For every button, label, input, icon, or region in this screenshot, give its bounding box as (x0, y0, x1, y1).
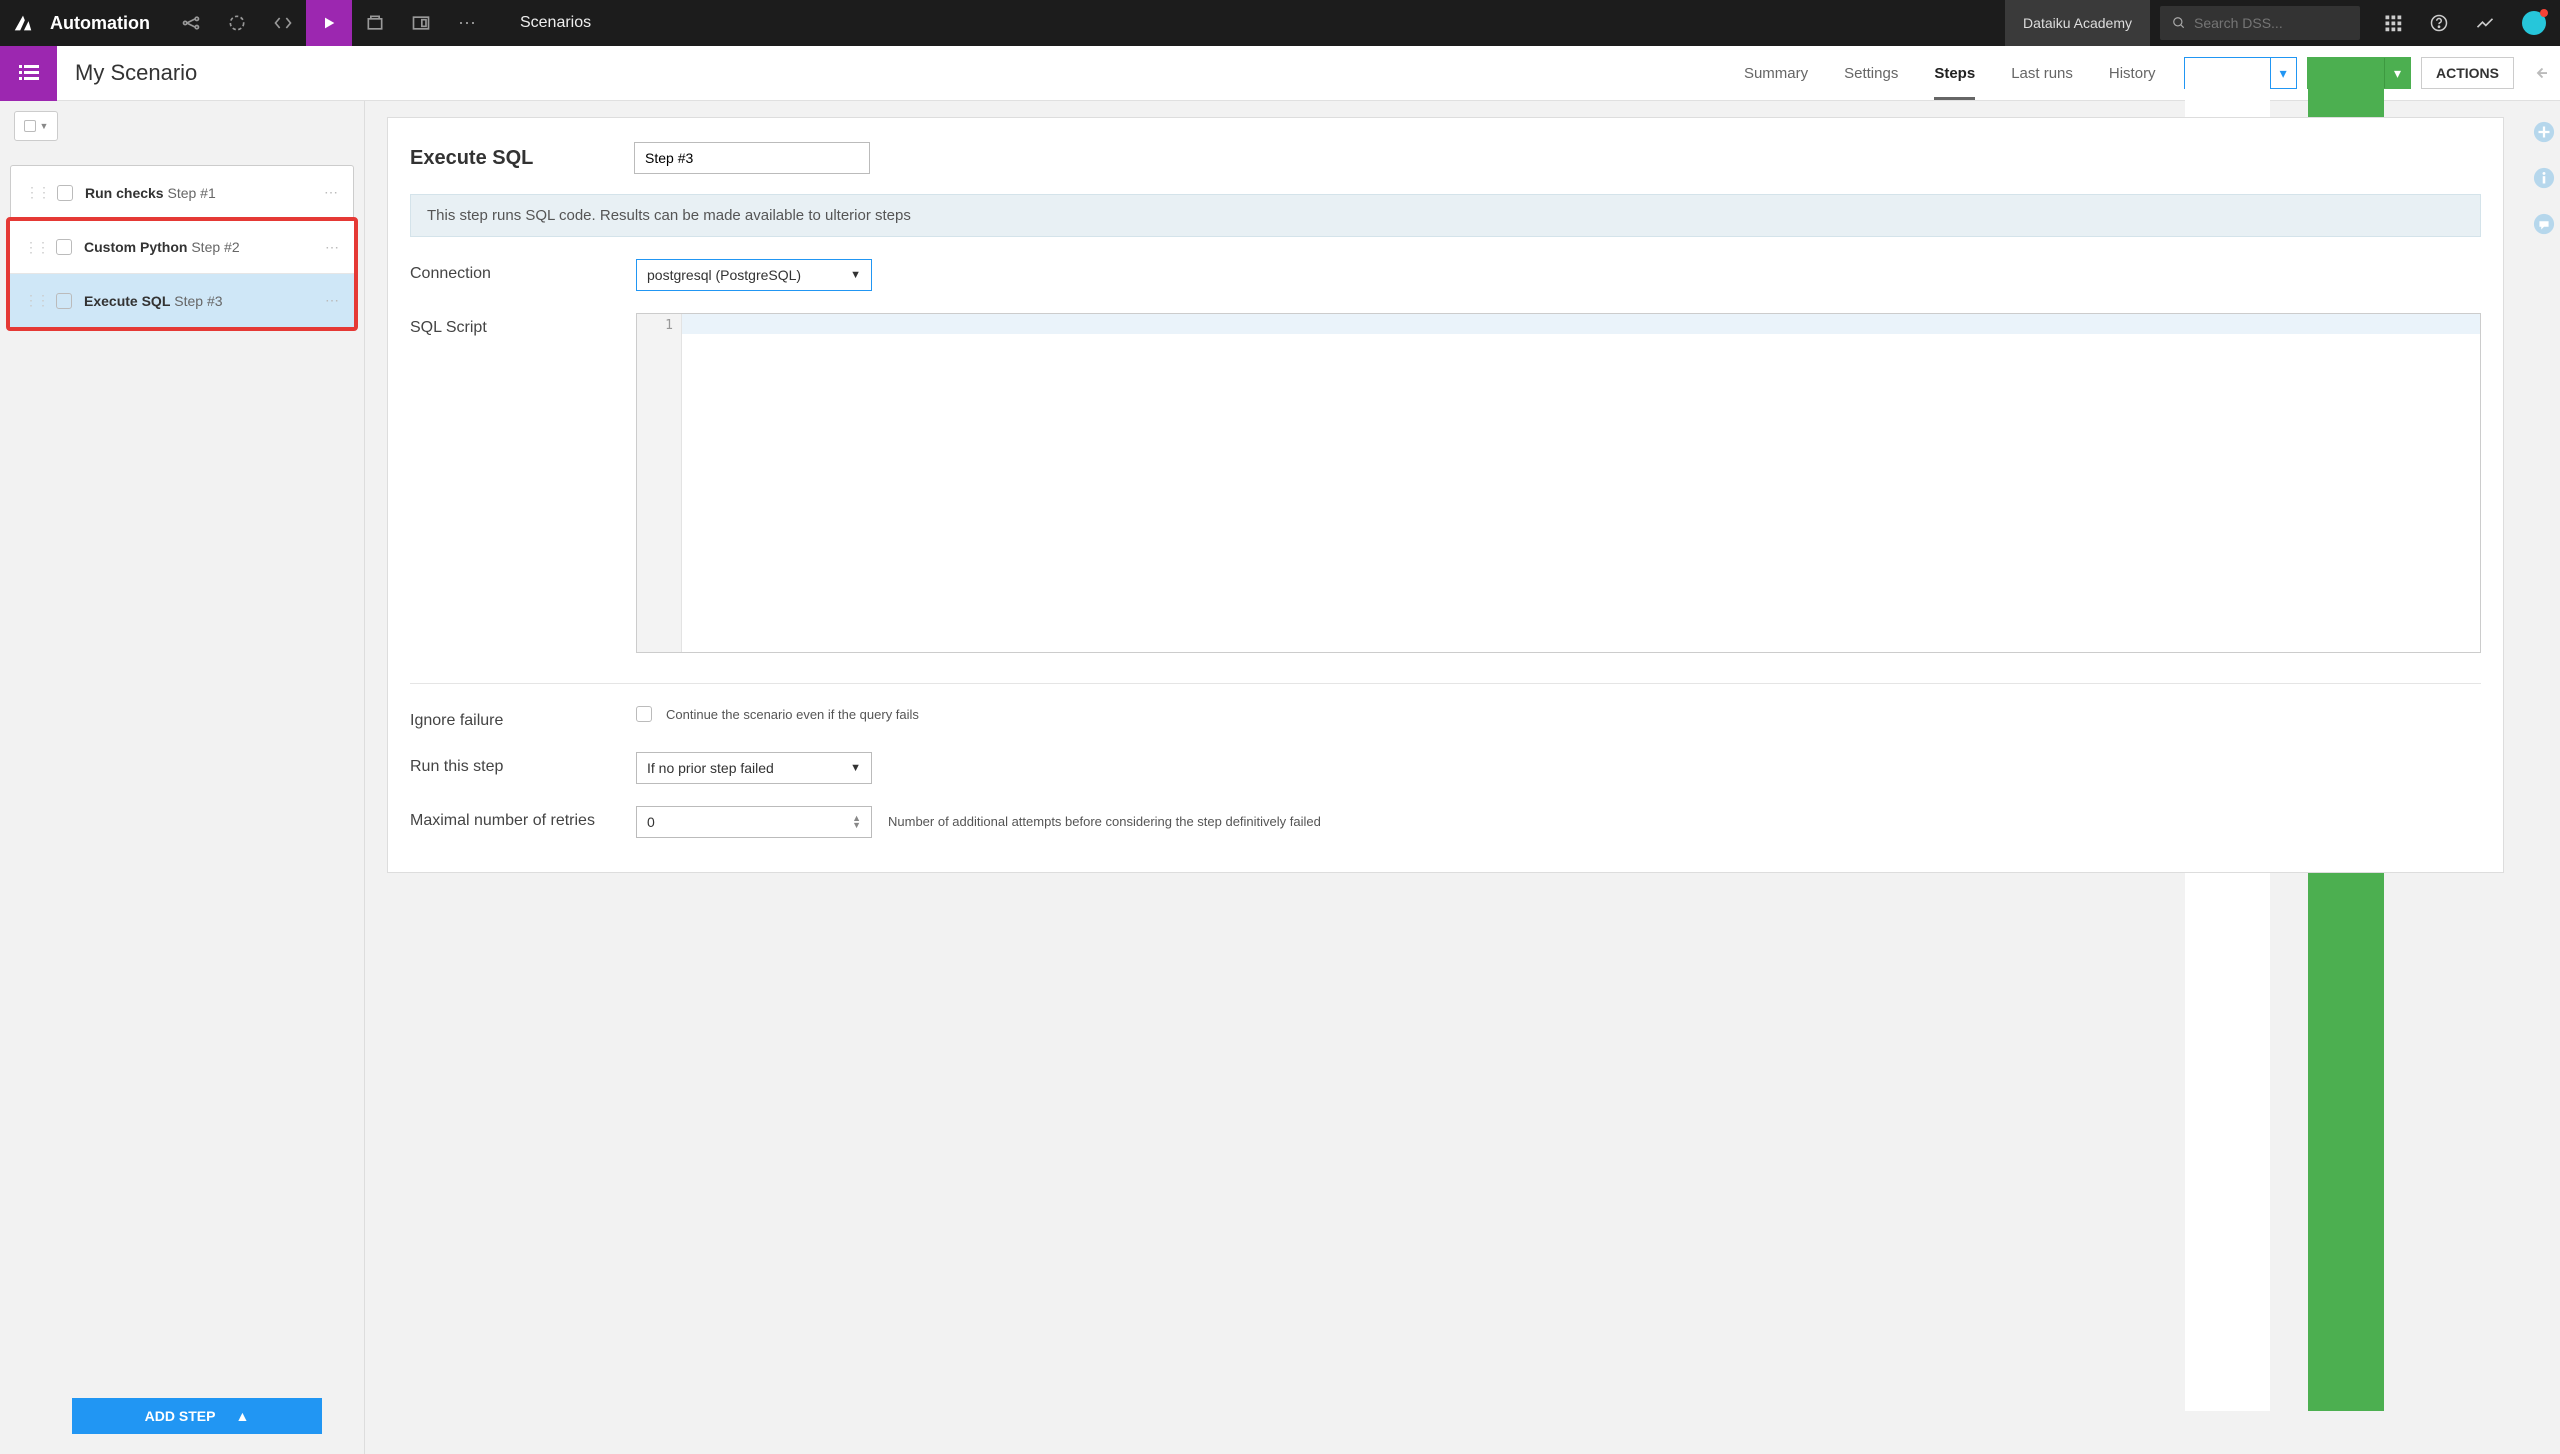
search-input[interactable] (2194, 15, 2348, 31)
run-this-step-select[interactable]: If no prior step failed ▼ (636, 752, 872, 784)
editor-gutter: 1 (637, 314, 682, 652)
apps-icon[interactable] (2370, 0, 2416, 46)
step-item-custom-python[interactable]: ⋮⋮ Custom Python Step #2 ⋯ (10, 221, 354, 274)
panel-icon[interactable] (398, 0, 444, 46)
scenario-list-icon[interactable] (0, 46, 57, 101)
select-all-checkbox[interactable]: ▼ (14, 111, 58, 141)
play-icon[interactable] (306, 0, 352, 46)
chevron-down-icon: ▼ (850, 269, 861, 281)
academy-label[interactable]: Dataiku Academy (2005, 0, 2150, 46)
scenario-tabs: Summary Settings Steps Last runs History (1726, 46, 2174, 100)
chevron-down-icon: ▼ (850, 762, 861, 774)
step-more-icon[interactable]: ⋯ (325, 239, 340, 256)
max-retries-hint: Number of additional attempts before con… (888, 806, 1321, 838)
step-item-run-checks[interactable]: ⋮⋮ Run checks Step #1 ⋯ (11, 166, 353, 219)
max-retries-input[interactable]: 0 ▲▼ (636, 806, 872, 838)
user-avatar[interactable] (2522, 11, 2546, 35)
more-icon[interactable]: ⋯ (444, 0, 490, 46)
tab-steps[interactable]: Steps (1916, 46, 1993, 100)
add-circle-icon[interactable] (2533, 121, 2553, 141)
connection-label: Connection (410, 259, 636, 283)
project-name[interactable]: Automation (46, 13, 168, 34)
run-button[interactable]: RUN ▾ (2307, 57, 2411, 89)
tab-history[interactable]: History (2091, 46, 2174, 100)
right-rail (2526, 101, 2560, 1454)
sql-editor[interactable]: 1 (636, 313, 2481, 653)
step-item-execute-sql[interactable]: ⋮⋮ Execute SQL Step #3 ⋯ (10, 274, 354, 327)
scenarios-crumb[interactable]: Scenarios (490, 0, 621, 46)
search-icon (2172, 15, 2186, 31)
ignore-failure-checkbox[interactable] (636, 706, 652, 722)
step-detail-pane: Execute SQL This step runs SQL code. Res… (365, 101, 2526, 1454)
top-nav: Automation ⋯ Scenarios Dataiku Academy (0, 0, 2560, 46)
ignore-failure-hint: Continue the scenario even if the query … (666, 707, 919, 722)
ignore-failure-label: Ignore failure (410, 706, 636, 730)
help-icon[interactable] (2416, 0, 2462, 46)
dataiku-logo[interactable] (0, 0, 46, 46)
add-step-button[interactable]: ADD STEP ▲ (72, 1398, 322, 1434)
steps-sidebar: ▼ ⋮⋮ Run checks Step #1 ⋯ ⋮⋮ Custom Pyth… (0, 101, 365, 1454)
recipe-icon[interactable] (214, 0, 260, 46)
step-checkbox[interactable] (56, 239, 72, 255)
tab-last-runs[interactable]: Last runs (1993, 46, 2091, 100)
comment-circle-icon[interactable] (2533, 213, 2553, 233)
step-type-heading: Execute SQL (410, 147, 533, 170)
step-list: ⋮⋮ Run checks Step #1 ⋯ (10, 165, 354, 219)
sql-script-label: SQL Script (410, 313, 636, 337)
save-caret[interactable]: ▾ (2270, 58, 2296, 88)
preset-icon[interactable] (352, 0, 398, 46)
drag-handle-icon[interactable]: ⋮⋮ (25, 184, 49, 201)
run-this-step-label: Run this step (410, 752, 636, 776)
global-search[interactable] (2160, 6, 2360, 40)
max-retries-label: Maximal number of retries (410, 806, 636, 830)
step-name-input[interactable] (634, 142, 870, 174)
run-caret[interactable]: ▾ (2384, 58, 2410, 88)
number-spinner[interactable]: ▲▼ (852, 815, 861, 829)
step-checkbox[interactable] (57, 185, 73, 201)
connection-select[interactable]: postgresql (PostgreSQL) ▼ (636, 259, 872, 291)
scenario-header: My Scenario Summary Settings Steps Last … (0, 46, 2560, 101)
actions-button[interactable]: ACTIONS (2421, 57, 2514, 89)
code-icon[interactable] (260, 0, 306, 46)
tab-summary[interactable]: Summary (1726, 46, 1826, 100)
drag-handle-icon[interactable]: ⋮⋮ (24, 239, 48, 256)
step-info-banner: This step runs SQL code. Results can be … (410, 194, 2481, 237)
step-more-icon[interactable]: ⋯ (324, 184, 339, 201)
info-circle-icon[interactable] (2533, 167, 2553, 187)
tab-settings[interactable]: Settings (1826, 46, 1916, 100)
step-checkbox[interactable] (56, 293, 72, 309)
drag-handle-icon[interactable]: ⋮⋮ (24, 292, 48, 309)
step-more-icon[interactable]: ⋯ (325, 292, 340, 309)
activity-icon[interactable] (2462, 0, 2508, 46)
scenario-title: My Scenario (57, 60, 197, 86)
chevron-up-icon: ▲ (235, 1408, 249, 1424)
highlight-annotation: ⋮⋮ Custom Python Step #2 ⋯ ⋮⋮ Execute SQ… (6, 217, 358, 331)
save-button[interactable]: SAVE ▾ (2184, 57, 2297, 89)
collapse-right-icon[interactable] (2524, 64, 2560, 82)
flow-icon[interactable] (168, 0, 214, 46)
